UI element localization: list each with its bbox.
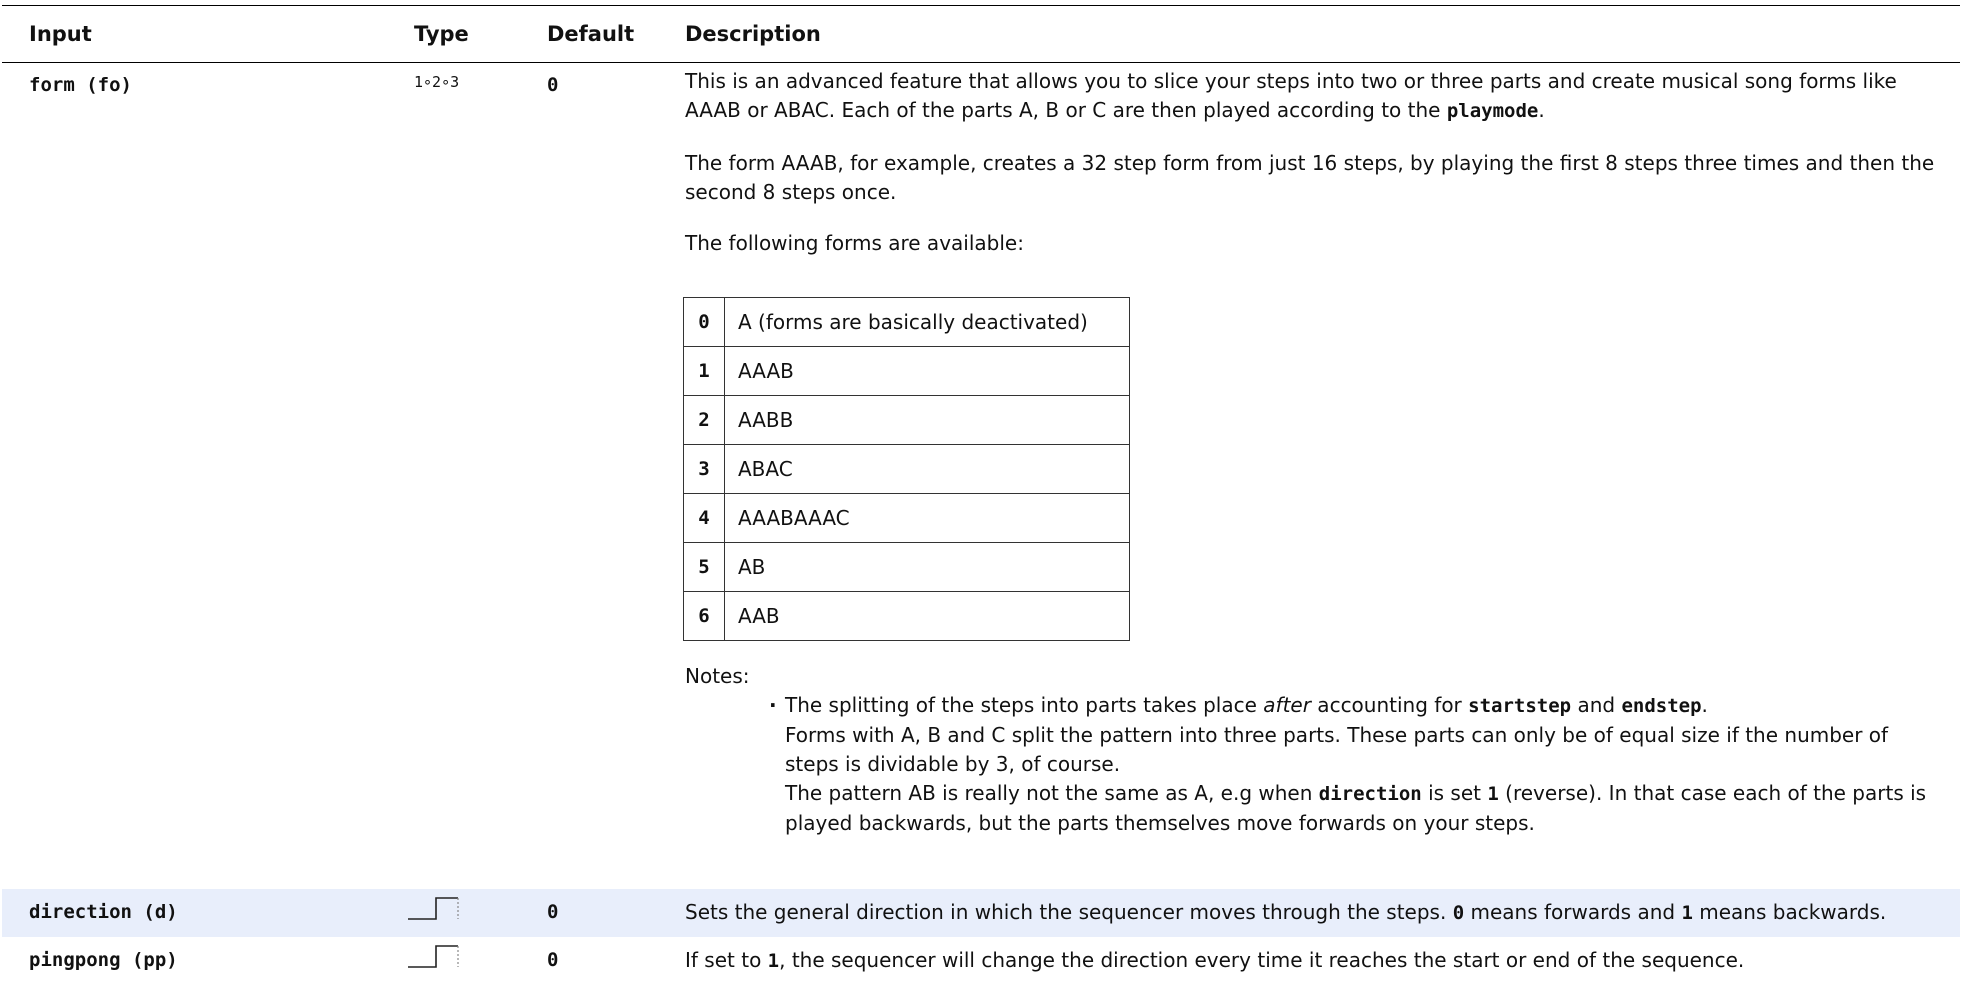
code-endstep: endstep [1621, 695, 1702, 717]
type-selector-1-2-3: 1∘2∘3 [414, 73, 460, 91]
list-item: Forms with A, B and C split the pattern … [785, 723, 1889, 776]
default-value-form: 0 [547, 74, 559, 96]
parameter-reference-document: Input Type Default Description form (fo)… [0, 0, 1963, 981]
table-row: 4 AAABAAAC [683, 493, 1130, 543]
header-type: Type [414, 22, 469, 46]
code-startstep: startstep [1468, 695, 1572, 717]
table-row: 0A (forms are basically deactivated) [683, 297, 1130, 347]
table-row: 3 ABAC [683, 444, 1130, 494]
paragraph-intro: This is an advanced feature that allows … [685, 69, 1897, 122]
table-row-form: form (fo) 1∘2∘3 0 This is an advanced fe… [2, 62, 1960, 888]
paragraph-forms-available: The following forms are available: [685, 231, 1024, 255]
header-description: Description [685, 22, 821, 46]
notes-section: Notes: · The splitting of the steps into … [685, 662, 1947, 838]
table-row: 2 AABB [683, 395, 1130, 445]
default-value-pingpong: 0 [547, 949, 559, 971]
list-item: The pattern AB is really not the same as… [785, 781, 1927, 835]
description-form: This is an advanced feature that allows … [685, 67, 1947, 258]
input-name-direction: direction (d) [29, 901, 178, 923]
table-row: 6 AAB [683, 591, 1130, 641]
header-input: Input [29, 22, 92, 46]
table-row-direction: direction (d) 0 Sets the general directi… [2, 889, 1960, 937]
code-one: 1 [767, 950, 780, 972]
input-name-form: form (fo) [29, 74, 132, 96]
header-default: Default [547, 22, 635, 46]
paragraph-example: The form AAAB, for example, creates a 32… [685, 151, 1935, 204]
table-row: 1 AAAB [683, 346, 1130, 396]
gate-icon [408, 945, 459, 968]
default-value-direction: 0 [547, 901, 559, 923]
list-item: · The splitting of the steps into parts t… [769, 693, 1708, 717]
code-one: 1 [1487, 783, 1499, 805]
forms-table: 0A (forms are basically deactivated) 1 AA… [683, 297, 1130, 641]
code-direction: direction [1318, 783, 1422, 805]
notes-label: Notes: [685, 664, 750, 688]
code-one: 1 [1681, 902, 1693, 924]
table-row: 5 AB [683, 542, 1130, 592]
table-row-pingpong: pingpong (pp) 0 If set to 1, the sequenc… [2, 937, 1960, 981]
description-pingpong: If set to 1, the sequencer will change t… [685, 948, 1745, 972]
gate-icon [408, 897, 459, 920]
description-direction: Sets the general direction in which the … [685, 900, 1887, 924]
code-zero: 0 [1452, 902, 1465, 924]
input-name-pingpong: pingpong (pp) [29, 949, 178, 971]
table-header: Input Type Default Description [2, 5, 1960, 63]
code-playmode: playmode [1446, 100, 1539, 122]
notes-list: · The splitting of the steps into parts t… [769, 691, 1947, 838]
